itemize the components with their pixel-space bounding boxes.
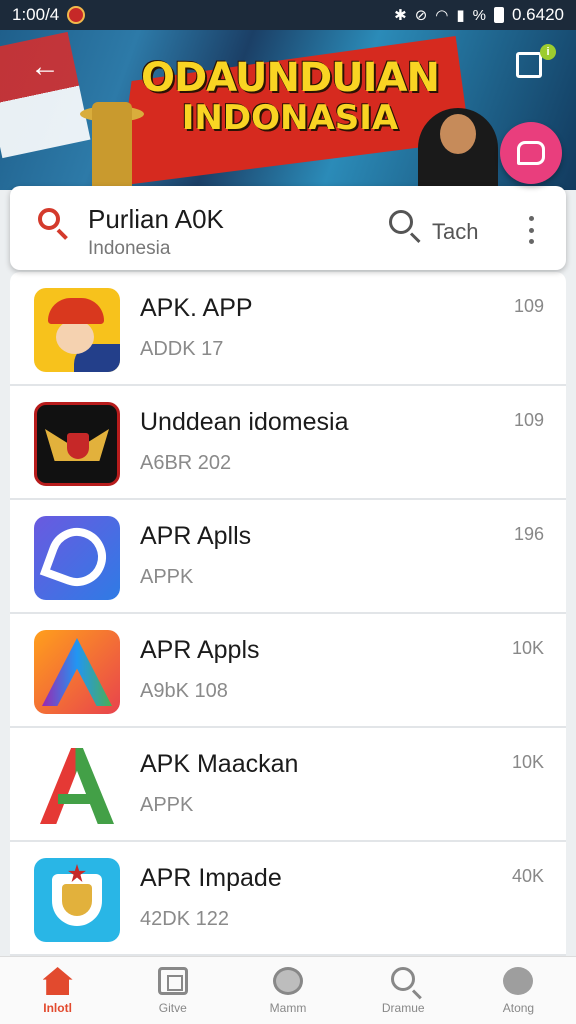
rainbow-a-icon [34, 630, 120, 714]
app-list: APK. APP ADDK 17 109 Unddean idomesia A6… [10, 272, 566, 956]
banner-title-line2: INDONASIA [181, 98, 399, 138]
search-button-icon[interactable] [389, 210, 413, 234]
statue-graphic [92, 102, 132, 190]
emblem-icon [34, 858, 120, 942]
home-icon [42, 967, 73, 995]
bluetooth-icon: ✱ [394, 7, 407, 24]
search-icon [38, 208, 60, 230]
status-right: ✱ ⊘ ◠ ▮ % 0.6420 [394, 5, 564, 25]
app-count: 109 [513, 410, 544, 430]
user-icon [503, 967, 534, 995]
list-item[interactable]: APR Impade 42DK 122 40K [10, 842, 566, 956]
mute-icon: ⊘ [414, 7, 428, 24]
tablet-icon[interactable] [516, 52, 542, 78]
green-red-a-icon [34, 744, 120, 828]
search-icon [391, 967, 416, 991]
banner-title: ODAUNDUIAN INDONASIA [130, 56, 450, 137]
signal-icon: ▮ [456, 7, 465, 24]
chat-fab-button[interactable] [500, 122, 562, 184]
status-left: 1:00/4 [12, 5, 86, 25]
smile-icon [273, 967, 303, 995]
banner-title-line1: ODAUNDUIAN [141, 55, 440, 101]
header-banner: ODAUNDUIAN INDONASIA [0, 30, 576, 190]
app-count: 10K [511, 752, 544, 772]
app-name: APR Aplls [140, 522, 252, 550]
back-arrow-icon[interactable]: ← [28, 50, 62, 84]
nav-label: Mamm [269, 1001, 307, 1015]
app-sub: A9bK 108 [140, 680, 228, 702]
nav-label: Inlotl [43, 1001, 72, 1015]
tab-button[interactable]: Tach [432, 219, 478, 245]
nav-label: Dramue [381, 1001, 425, 1015]
nav-label: Atong [502, 1001, 535, 1015]
notification-badge: i [540, 44, 556, 60]
search-title: Purlian A0K [88, 204, 224, 234]
app-sub: ADDK 17 [140, 338, 224, 360]
app-name: APR Impade [140, 864, 282, 892]
status-right-text: 0.6420 [512, 5, 564, 24]
more-vert-icon[interactable] [527, 216, 535, 244]
app-sub: APPK [140, 794, 194, 816]
app-sub: 42DK 122 [140, 908, 229, 930]
app-count: 40K [511, 866, 544, 886]
blue-logo-icon [34, 516, 120, 600]
app-name: APK. APP [140, 294, 253, 322]
chat-icon [517, 141, 545, 165]
games-icon [157, 967, 188, 995]
nav-smile[interactable]: Mamm [230, 957, 345, 1024]
app-name: Unddean idomesia [140, 408, 349, 436]
wifi-icon: ◠ [435, 7, 449, 24]
nav-user[interactable]: Atong [461, 957, 576, 1024]
status-bar: 1:00/4 ✱ ⊘ ◠ ▮ % 0.6420 [0, 0, 576, 30]
garuda-icon [34, 402, 120, 486]
list-item[interactable]: APK. APP ADDK 17 109 [10, 272, 566, 386]
search-card[interactable]: Purlian A0K Indonesia [10, 186, 566, 270]
battery-percent: % [472, 6, 486, 24]
app-name: APR Appls [140, 636, 260, 664]
app-count: 109 [513, 296, 544, 316]
nav-search[interactable]: Dramue [346, 957, 461, 1024]
list-item[interactable]: APR Appls A9bK 108 10K [10, 614, 566, 728]
app-name: APK Maackan [140, 750, 299, 778]
bottom-nav: Inlotl Gitve Mamm Dramue Atong [0, 956, 576, 1024]
nav-label: Gitve [158, 1001, 187, 1015]
app-sub: A6BR 202 [140, 452, 232, 474]
cartoon-man-icon [34, 288, 120, 372]
nav-games[interactable]: Gitve [115, 957, 230, 1024]
app-count: 196 [513, 524, 544, 544]
app-sub: APPK [140, 566, 194, 588]
status-time: 1:00/4 [12, 5, 60, 24]
search-subtitle: Indonesia [88, 238, 171, 259]
battery-icon [494, 7, 504, 23]
list-item[interactable]: Unddean idomesia A6BR 202 109 [10, 386, 566, 500]
app-notification-icon [67, 6, 86, 24]
app-count: 10K [511, 638, 544, 658]
list-item[interactable]: APK Maackan APPK 10K [10, 728, 566, 842]
nav-home[interactable]: Inlotl [0, 957, 115, 1024]
list-item[interactable]: APR Aplls APPK 196 [10, 500, 566, 614]
